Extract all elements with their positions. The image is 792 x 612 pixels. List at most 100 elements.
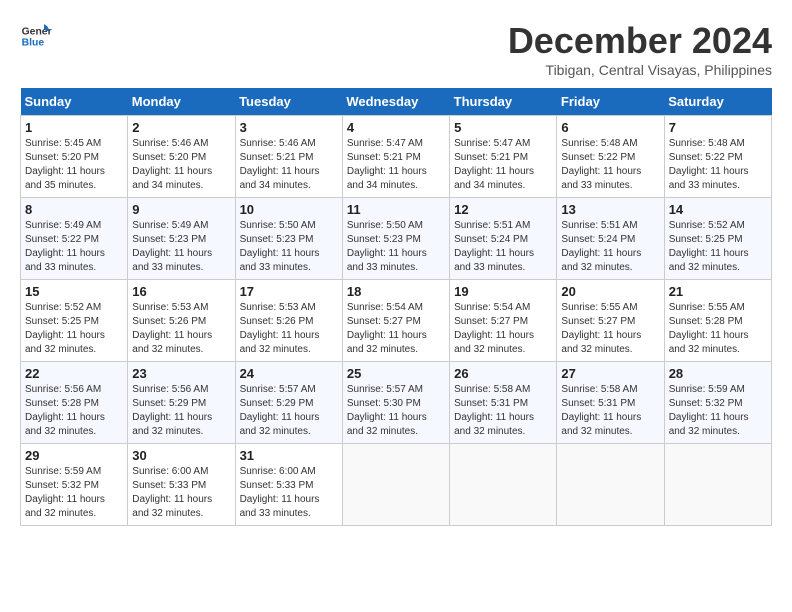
day-number: 7: [669, 120, 767, 135]
calendar-cell: 10 Sunrise: 5:50 AM Sunset: 5:23 PM Dayli…: [235, 198, 342, 280]
day-info: Sunrise: 5:55 AM Sunset: 5:27 PM Dayligh…: [561, 301, 659, 357]
calendar-cell: 19 Sunrise: 5:54 AM Sunset: 5:27 PM Dayli…: [450, 280, 557, 362]
calendar-cell: [664, 444, 771, 526]
calendar-cell: 6 Sunrise: 5:48 AM Sunset: 5:22 PM Daylig…: [557, 116, 664, 198]
day-info: Sunrise: 5:50 AM Sunset: 5:23 PM Dayligh…: [240, 219, 338, 275]
day-number: 21: [669, 284, 767, 299]
day-info: Sunrise: 5:48 AM Sunset: 5:22 PM Dayligh…: [669, 137, 767, 193]
calendar-cell: 4Sunrise: 5:47 AM Sunset: 5:21 PM Daylig…: [342, 116, 449, 198]
day-info: Sunrise: 5:49 AM Sunset: 5:23 PM Dayligh…: [132, 219, 230, 275]
day-info: Sunrise: 5:58 AM Sunset: 5:31 PM Dayligh…: [561, 383, 659, 439]
month-title: December 2024: [508, 20, 772, 62]
calendar-cell: 5Sunrise: 5:47 AM Sunset: 5:21 PM Daylig…: [450, 116, 557, 198]
logo: General Blue: [20, 20, 52, 52]
day-number: 1: [25, 120, 123, 135]
day-number: 13: [561, 202, 659, 217]
calendar-week-3: 15 Sunrise: 5:52 AM Sunset: 5:25 PM Dayli…: [21, 280, 772, 362]
calendar-week-5: 29Sunrise: 5:59 AM Sunset: 5:32 PM Dayli…: [21, 444, 772, 526]
day-info: Sunrise: 5:51 AM Sunset: 5:24 PM Dayligh…: [561, 219, 659, 275]
calendar-cell: [450, 444, 557, 526]
calendar-cell: 26 Sunrise: 5:58 AM Sunset: 5:31 PM Dayli…: [450, 362, 557, 444]
day-number: 16: [132, 284, 230, 299]
day-info: Sunrise: 5:52 AM Sunset: 5:25 PM Dayligh…: [669, 219, 767, 275]
day-header-thursday: Thursday: [450, 88, 557, 116]
day-info: Sunrise: 5:47 AM Sunset: 5:21 PM Dayligh…: [347, 137, 445, 193]
day-info: Sunrise: 5:58 AM Sunset: 5:31 PM Dayligh…: [454, 383, 552, 439]
day-number: 9: [132, 202, 230, 217]
svg-text:Blue: Blue: [22, 38, 45, 49]
logo-icon: General Blue: [20, 20, 52, 52]
day-info: Sunrise: 5:46 AM Sunset: 5:20 PM Dayligh…: [132, 137, 230, 193]
day-number: 28: [669, 366, 767, 381]
day-number: 25: [347, 366, 445, 381]
calendar-cell: 30 Sunrise: 6:00 AM Sunset: 5:33 PM Dayli…: [128, 444, 235, 526]
day-header-sunday: Sunday: [21, 88, 128, 116]
day-info: Sunrise: 5:54 AM Sunset: 5:27 PM Dayligh…: [347, 301, 445, 357]
day-header-tuesday: Tuesday: [235, 88, 342, 116]
day-number: 26: [454, 366, 552, 381]
calendar-cell: 1Sunrise: 5:45 AM Sunset: 5:20 PM Daylig…: [21, 116, 128, 198]
calendar-table: SundayMondayTuesdayWednesdayThursdayFrid…: [20, 88, 772, 526]
day-info: Sunrise: 5:59 AM Sunset: 5:32 PM Dayligh…: [669, 383, 767, 439]
day-number: 2: [132, 120, 230, 135]
day-number: 15: [25, 284, 123, 299]
calendar-cell: [342, 444, 449, 526]
day-info: Sunrise: 5:56 AM Sunset: 5:28 PM Dayligh…: [25, 383, 123, 439]
calendar-cell: 13 Sunrise: 5:51 AM Sunset: 5:24 PM Dayli…: [557, 198, 664, 280]
day-number: 12: [454, 202, 552, 217]
day-number: 29: [25, 448, 123, 463]
day-info: Sunrise: 5:56 AM Sunset: 5:29 PM Dayligh…: [132, 383, 230, 439]
day-info: Sunrise: 5:54 AM Sunset: 5:27 PM Dayligh…: [454, 301, 552, 357]
title-section: December 2024 Tibigan, Central Visayas, …: [508, 20, 772, 78]
calendar-cell: 29Sunrise: 5:59 AM Sunset: 5:32 PM Dayli…: [21, 444, 128, 526]
calendar-cell: 8Sunrise: 5:49 AM Sunset: 5:22 PM Daylig…: [21, 198, 128, 280]
calendar-week-1: 1Sunrise: 5:45 AM Sunset: 5:20 PM Daylig…: [21, 116, 772, 198]
calendar-cell: 17 Sunrise: 5:53 AM Sunset: 5:26 PM Dayli…: [235, 280, 342, 362]
day-info: Sunrise: 5:57 AM Sunset: 5:29 PM Dayligh…: [240, 383, 338, 439]
day-info: Sunrise: 5:49 AM Sunset: 5:22 PM Dayligh…: [25, 219, 123, 275]
day-number: 19: [454, 284, 552, 299]
calendar-cell: 28 Sunrise: 5:59 AM Sunset: 5:32 PM Dayli…: [664, 362, 771, 444]
day-info: Sunrise: 5:51 AM Sunset: 5:24 PM Dayligh…: [454, 219, 552, 275]
calendar-cell: 3Sunrise: 5:46 AM Sunset: 5:21 PM Daylig…: [235, 116, 342, 198]
calendar-cell: 11Sunrise: 5:50 AM Sunset: 5:23 PM Dayli…: [342, 198, 449, 280]
day-number: 24: [240, 366, 338, 381]
day-info: Sunrise: 5:53 AM Sunset: 5:26 PM Dayligh…: [240, 301, 338, 357]
calendar-cell: 9 Sunrise: 5:49 AM Sunset: 5:23 PM Daylig…: [128, 198, 235, 280]
day-info: Sunrise: 5:47 AM Sunset: 5:21 PM Dayligh…: [454, 137, 552, 193]
day-number: 30: [132, 448, 230, 463]
day-header-saturday: Saturday: [664, 88, 771, 116]
day-info: Sunrise: 5:52 AM Sunset: 5:25 PM Dayligh…: [25, 301, 123, 357]
day-number: 18: [347, 284, 445, 299]
calendar-cell: 22Sunrise: 5:56 AM Sunset: 5:28 PM Dayli…: [21, 362, 128, 444]
day-number: 17: [240, 284, 338, 299]
day-number: 6: [561, 120, 659, 135]
day-info: Sunrise: 5:55 AM Sunset: 5:28 PM Dayligh…: [669, 301, 767, 357]
calendar-cell: 15 Sunrise: 5:52 AM Sunset: 5:25 PM Dayli…: [21, 280, 128, 362]
day-info: Sunrise: 5:46 AM Sunset: 5:21 PM Dayligh…: [240, 137, 338, 193]
day-info: Sunrise: 6:00 AM Sunset: 5:33 PM Dayligh…: [240, 465, 338, 521]
calendar-cell: 31 Sunrise: 6:00 AM Sunset: 5:33 PM Dayli…: [235, 444, 342, 526]
calendar-cell: 2 Sunrise: 5:46 AM Sunset: 5:20 PM Daylig…: [128, 116, 235, 198]
calendar-week-4: 22Sunrise: 5:56 AM Sunset: 5:28 PM Dayli…: [21, 362, 772, 444]
calendar-cell: 24 Sunrise: 5:57 AM Sunset: 5:29 PM Dayli…: [235, 362, 342, 444]
day-info: Sunrise: 5:50 AM Sunset: 5:23 PM Dayligh…: [347, 219, 445, 275]
location-subtitle: Tibigan, Central Visayas, Philippines: [508, 62, 772, 78]
day-number: 31: [240, 448, 338, 463]
calendar-cell: 21 Sunrise: 5:55 AM Sunset: 5:28 PM Dayli…: [664, 280, 771, 362]
calendar-cell: 25 Sunrise: 5:57 AM Sunset: 5:30 PM Dayli…: [342, 362, 449, 444]
day-info: Sunrise: 5:48 AM Sunset: 5:22 PM Dayligh…: [561, 137, 659, 193]
day-number: 27: [561, 366, 659, 381]
day-number: 23: [132, 366, 230, 381]
page-header: General Blue December 2024 Tibigan, Cent…: [20, 20, 772, 78]
day-number: 10: [240, 202, 338, 217]
day-header-monday: Monday: [128, 88, 235, 116]
day-info: Sunrise: 5:57 AM Sunset: 5:30 PM Dayligh…: [347, 383, 445, 439]
calendar-cell: 27 Sunrise: 5:58 AM Sunset: 5:31 PM Dayli…: [557, 362, 664, 444]
day-number: 20: [561, 284, 659, 299]
calendar-header-row: SundayMondayTuesdayWednesdayThursdayFrid…: [21, 88, 772, 116]
day-number: 14: [669, 202, 767, 217]
day-info: Sunrise: 6:00 AM Sunset: 5:33 PM Dayligh…: [132, 465, 230, 521]
calendar-week-2: 8Sunrise: 5:49 AM Sunset: 5:22 PM Daylig…: [21, 198, 772, 280]
calendar-cell: 23 Sunrise: 5:56 AM Sunset: 5:29 PM Dayli…: [128, 362, 235, 444]
